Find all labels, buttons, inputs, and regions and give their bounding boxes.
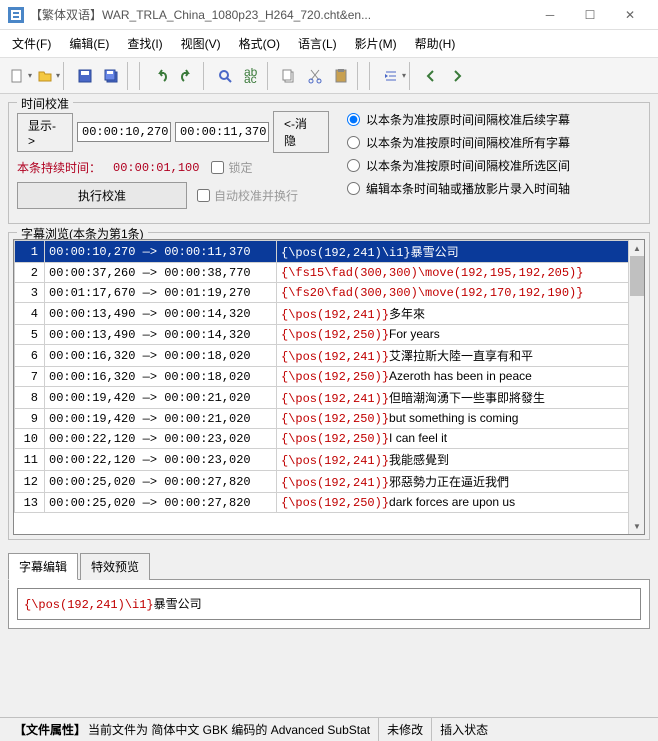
- menu-file[interactable]: 文件(F): [4, 32, 59, 55]
- scroll-thumb[interactable]: [630, 256, 644, 296]
- menu-edit[interactable]: 编辑(E): [61, 32, 117, 55]
- new-file-icon[interactable]: [5, 62, 29, 90]
- show-button[interactable]: 显示->: [17, 113, 73, 152]
- table-row[interactable]: 800:00:19,420 —> 00:00:21,020{\pos(192,2…: [15, 387, 644, 409]
- undo-icon[interactable]: [149, 62, 173, 90]
- table-row[interactable]: 1100:00:22,120 —> 00:00:23,020{\pos(192,…: [15, 449, 644, 471]
- table-row[interactable]: 1000:00:22,120 —> 00:00:23,020{\pos(192,…: [15, 429, 644, 449]
- menu-movie[interactable]: 影片(M): [347, 32, 405, 55]
- indent-left-icon[interactable]: [379, 62, 403, 90]
- redo-icon[interactable]: [175, 62, 199, 90]
- subtitle-table[interactable]: 100:00:10,270 —> 00:00:11,370{\pos(192,2…: [13, 239, 645, 535]
- editor-tag: {\pos(192,241)\i1}: [24, 598, 154, 612]
- app-icon: [8, 7, 24, 23]
- paste-icon[interactable]: [329, 62, 353, 90]
- open-file-dropdown[interactable]: ▾: [56, 71, 60, 80]
- scroll-up-icon[interactable]: ▲: [629, 240, 645, 256]
- status-modified: 未修改: [379, 718, 432, 741]
- radio-selection[interactable]: 以本条为准按原时间间隔校准所选区间: [347, 157, 570, 174]
- hide-button[interactable]: <-消隐: [273, 111, 329, 153]
- replace-icon[interactable]: abac: [239, 62, 263, 90]
- timecal-legend: 时间校准: [17, 95, 73, 112]
- window-title: 【繁体双语】WAR_TRLA_China_1080p23_H264_720.ch…: [30, 6, 530, 23]
- exec-calibrate-button[interactable]: 执行校准: [17, 182, 187, 209]
- search-icon[interactable]: [213, 62, 237, 90]
- radio-all[interactable]: 以本条为准按原时间间隔校准所有字幕: [347, 134, 570, 151]
- table-row[interactable]: 500:00:13,490 —> 00:00:14,320{\pos(192,2…: [15, 325, 644, 345]
- subtitle-editor-input[interactable]: {\pos(192,241)\i1}暴雪公司: [17, 588, 641, 620]
- new-file-dropdown[interactable]: ▾: [28, 71, 32, 80]
- menu-view[interactable]: 视图(V): [173, 32, 229, 55]
- radio-edit[interactable]: 编辑本条时间轴或播放影片录入时间轴: [347, 180, 570, 197]
- menu-format[interactable]: 格式(O): [231, 32, 288, 55]
- prev-icon[interactable]: [419, 62, 443, 90]
- status-fileprops: 【文件属性】当前文件为 简体中文 GBK 编码的 Advanced SubSta…: [6, 718, 379, 741]
- autocal-checkbox[interactable]: [197, 189, 210, 202]
- scroll-down-icon[interactable]: ▼: [629, 518, 645, 534]
- table-row[interactable]: 300:01:17,670 —> 00:01:19,270{\fs20\fad(…: [15, 283, 644, 303]
- copy-icon[interactable]: [277, 62, 301, 90]
- maximize-button[interactable]: ☐: [570, 0, 610, 30]
- menu-find[interactable]: 查找(I): [119, 32, 170, 55]
- table-row[interactable]: 100:00:10,270 —> 00:00:11,370{\pos(192,2…: [15, 241, 644, 263]
- table-row[interactable]: 1200:00:25,020 —> 00:00:27,820{\pos(192,…: [15, 471, 644, 493]
- duration-value: 00:00:01,100: [113, 161, 199, 175]
- table-row[interactable]: 600:00:16,320 —> 00:00:18,020{\pos(192,2…: [15, 345, 644, 367]
- editor-text: 暴雪公司: [154, 597, 202, 611]
- save-icon[interactable]: [73, 62, 97, 90]
- minimize-button[interactable]: ─: [530, 0, 570, 30]
- end-time-input[interactable]: 00:00:11,370: [175, 122, 269, 142]
- next-icon[interactable]: [445, 62, 469, 90]
- start-time-input[interactable]: 00:00:10,270: [77, 122, 171, 142]
- table-row[interactable]: 1300:00:25,020 —> 00:00:27,820{\pos(192,…: [15, 493, 644, 513]
- menu-language[interactable]: 语言(L): [290, 32, 345, 55]
- cut-icon[interactable]: [303, 62, 327, 90]
- svg-text:ac: ac: [244, 72, 257, 84]
- tab-edit[interactable]: 字幕编辑: [8, 553, 78, 580]
- tab-preview[interactable]: 特效预览: [80, 553, 150, 580]
- close-button[interactable]: ✕: [610, 0, 650, 30]
- lock-checkbox[interactable]: [211, 161, 224, 174]
- menu-help[interactable]: 帮助(H): [407, 32, 464, 55]
- status-insert: 插入状态: [432, 718, 496, 741]
- table-row[interactable]: 900:00:19,420 —> 00:00:21,020{\pos(192,2…: [15, 409, 644, 429]
- duration-label: 本条持续时间：: [17, 159, 101, 176]
- table-row[interactable]: 200:00:37,260 —> 00:00:38,770{\fs15\fad(…: [15, 263, 644, 283]
- save-all-icon[interactable]: [99, 62, 123, 90]
- table-row[interactable]: 400:00:13,490 —> 00:00:14,320{\pos(192,2…: [15, 303, 644, 325]
- autocal-label: 自动校准并换行: [214, 187, 298, 204]
- table-row[interactable]: 700:00:16,320 —> 00:00:18,020{\pos(192,2…: [15, 367, 644, 387]
- open-file-icon[interactable]: [33, 62, 57, 90]
- indent-dropdown[interactable]: ▾: [402, 71, 406, 80]
- vertical-scrollbar[interactable]: ▲ ▼: [628, 240, 644, 534]
- radio-following[interactable]: 以本条为准按原时间间隔校准后续字幕: [347, 111, 570, 128]
- lock-label: 锁定: [228, 159, 252, 176]
